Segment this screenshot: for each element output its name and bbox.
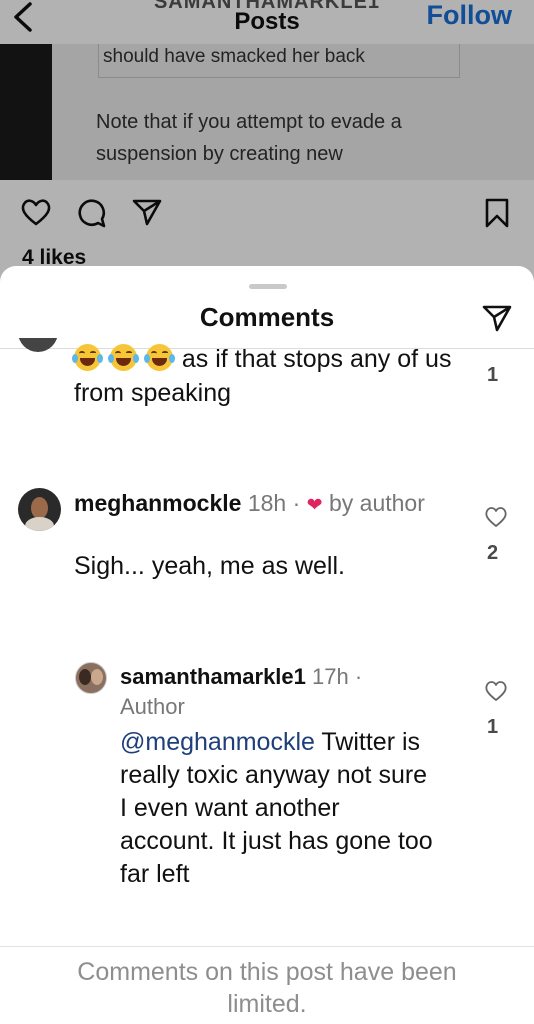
separator-dot: · xyxy=(354,664,363,689)
comment-username[interactable]: samanthamarkle1 xyxy=(120,664,306,689)
comment-username[interactable]: meghanmockle xyxy=(74,490,241,516)
separator-dot: · xyxy=(292,490,301,516)
comment-time: 18h xyxy=(247,490,287,516)
footer-divider xyxy=(0,946,534,947)
avatar[interactable] xyxy=(18,488,61,531)
comment-body: Sigh... yeah, me as well. xyxy=(74,552,345,580)
tears-of-joy-icon xyxy=(107,344,139,371)
like-count[interactable]: 1 xyxy=(487,716,498,739)
comment-time: 17h xyxy=(312,664,349,689)
comment-header: meghanmockle 18h · ❤ by author xyxy=(74,488,454,521)
author-liked-heart-icon: ❤ xyxy=(306,495,323,516)
tears-of-joy-icon xyxy=(143,344,175,371)
like-count[interactable]: 2 xyxy=(487,542,498,565)
comments-sheet: Comments as if that stops any of us from… xyxy=(0,266,534,1024)
sheet-grabber[interactable] xyxy=(249,284,287,289)
avatar[interactable] xyxy=(18,338,58,354)
comment-text: as if that stops any of us from speaking xyxy=(72,342,464,410)
liked-by-label: by author xyxy=(328,490,425,516)
heart-icon[interactable] xyxy=(484,506,508,528)
avatar[interactable] xyxy=(75,662,107,694)
mention-link[interactable]: @meghanmockle xyxy=(120,728,315,756)
send-icon[interactable] xyxy=(482,304,512,332)
like-count[interactable]: 1 xyxy=(487,364,498,387)
author-badge: Author xyxy=(120,694,185,719)
comments-limited-notice: Comments on this post have been limited. xyxy=(77,958,457,1018)
tears-of-joy-icon xyxy=(72,344,103,371)
sheet-title: Comments xyxy=(199,302,335,332)
comment-body: @meghanmockle Twitter is really toxic an… xyxy=(120,726,440,891)
heart-icon[interactable] xyxy=(484,680,508,702)
comment-header: samanthamarkle1 17h · Author xyxy=(120,662,450,722)
backdrop-overlay[interactable] xyxy=(0,0,534,290)
